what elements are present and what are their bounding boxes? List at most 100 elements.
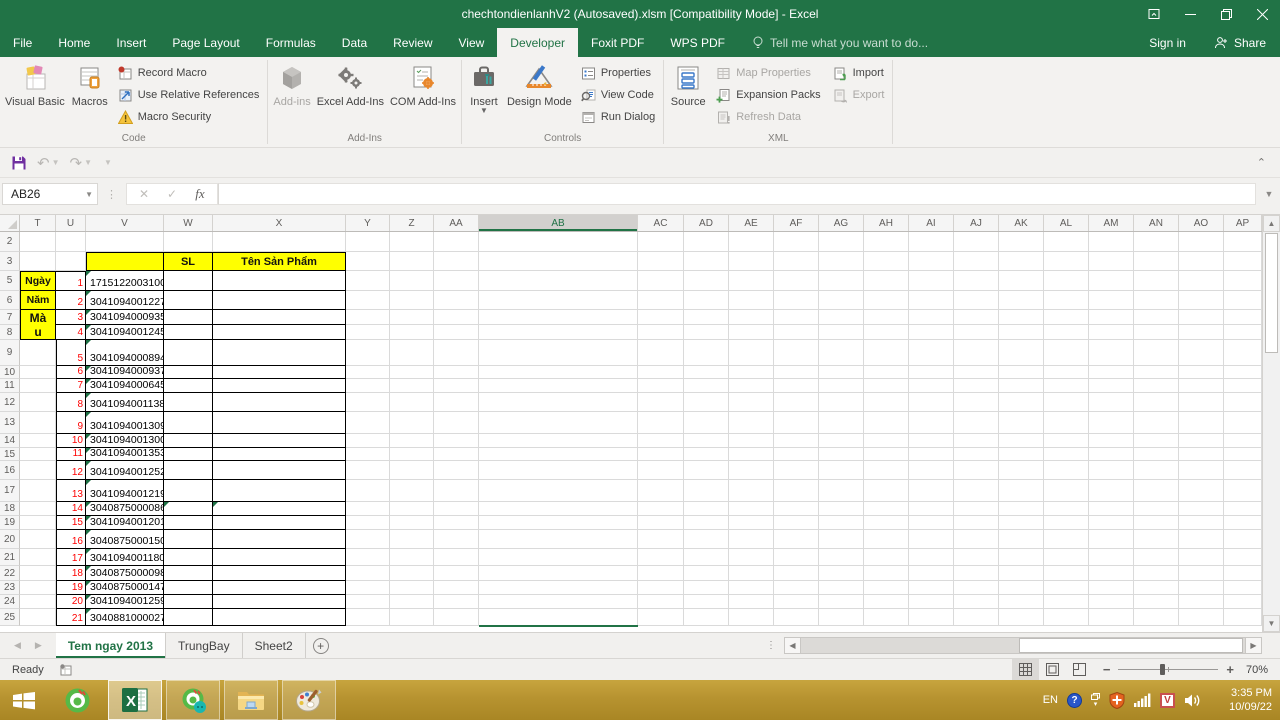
row-header-18[interactable]: 18 [0, 502, 20, 516]
cell-Y13[interactable] [346, 412, 390, 434]
cell-U7[interactable]: 3 [56, 310, 86, 325]
undo-button[interactable]: ↶▼ [32, 151, 65, 175]
cell-AL25[interactable] [1044, 609, 1089, 626]
cell-AE20[interactable] [729, 530, 774, 549]
cell-AK19[interactable] [999, 516, 1044, 530]
cell-AN11[interactable] [1134, 379, 1179, 393]
cell-V10[interactable]: 3041094000937 [86, 366, 164, 379]
row-header-3[interactable]: 3 [0, 252, 20, 271]
column-header-W[interactable]: W [164, 215, 213, 231]
cell-X25[interactable] [213, 609, 346, 626]
cell-AO17[interactable] [1179, 480, 1224, 502]
enter-entry-button[interactable]: ✓ [159, 187, 185, 201]
cell-AC6[interactable] [638, 291, 684, 310]
cell-AN5[interactable] [1134, 271, 1179, 291]
cell-AN19[interactable] [1134, 516, 1179, 530]
cell-AH16[interactable] [864, 461, 909, 480]
cell-AA10[interactable] [434, 366, 479, 379]
show-hidden-icons-button[interactable]: ▾ [1091, 693, 1100, 708]
cell-AB11[interactable] [479, 379, 638, 393]
column-header-AO[interactable]: AO [1179, 215, 1224, 231]
cell-Y2[interactable] [346, 232, 390, 252]
cell-AP3[interactable] [1224, 252, 1262, 271]
cell-AO3[interactable] [1179, 252, 1224, 271]
cell-AD6[interactable] [684, 291, 729, 310]
cell-AM14[interactable] [1089, 434, 1134, 448]
cell-AA25[interactable] [434, 609, 479, 626]
save-button[interactable] [6, 151, 32, 175]
cell-AB20[interactable] [479, 530, 638, 549]
cell-AM6[interactable] [1089, 291, 1134, 310]
cell-Z12[interactable] [390, 393, 434, 412]
cell-U10[interactable]: 6 [56, 366, 86, 379]
cell-AB17[interactable] [479, 480, 638, 502]
cell-AK18[interactable] [999, 502, 1044, 516]
cell-AP25[interactable] [1224, 609, 1262, 626]
name-box-dropdown-icon[interactable]: ▼ [85, 190, 93, 199]
cell-AL16[interactable] [1044, 461, 1089, 480]
cell-U18[interactable]: 14 [56, 502, 86, 516]
cell-W5[interactable] [164, 271, 213, 291]
cell-V8[interactable]: 3041094001245 [86, 325, 164, 340]
cell-X16[interactable] [213, 461, 346, 480]
column-header-AD[interactable]: AD [684, 215, 729, 231]
cell-AG19[interactable] [819, 516, 864, 530]
cell-Y5[interactable] [346, 271, 390, 291]
cell-AO8[interactable] [1179, 325, 1224, 340]
cell-T9[interactable] [20, 340, 56, 366]
column-header-X[interactable]: X [213, 215, 346, 231]
cell-AK15[interactable] [999, 448, 1044, 461]
cell-X13[interactable] [213, 412, 346, 434]
cell-AE19[interactable] [729, 516, 774, 530]
cell-AM11[interactable] [1089, 379, 1134, 393]
file-explorer-button[interactable] [224, 680, 278, 720]
cell-V24[interactable]: 3041094001259 [86, 595, 164, 609]
cell-Y22[interactable] [346, 566, 390, 581]
cell-AB23[interactable] [479, 581, 638, 595]
cell-AD17[interactable] [684, 480, 729, 502]
cell-AE16[interactable] [729, 461, 774, 480]
row-header-6[interactable]: 6 [0, 291, 20, 310]
cell-Z21[interactable] [390, 549, 434, 566]
scroll-left-icon[interactable]: ◀ [784, 637, 801, 654]
cell-AH8[interactable] [864, 325, 909, 340]
ribbon-tab-data[interactable]: Data [329, 28, 380, 57]
cell-X3[interactable]: Tên Sản Phẩm [213, 252, 346, 271]
cell-W23[interactable] [164, 581, 213, 595]
sign-in-button[interactable]: Sign in [1135, 28, 1200, 57]
cell-V23[interactable]: 3040875000147 [86, 581, 164, 595]
cell-X7[interactable] [213, 310, 346, 325]
cell-AL20[interactable] [1044, 530, 1089, 549]
cell-AJ21[interactable] [954, 549, 999, 566]
cell-AI20[interactable] [909, 530, 954, 549]
cell-X24[interactable] [213, 595, 346, 609]
column-header-Z[interactable]: Z [390, 215, 434, 231]
cell-AO23[interactable] [1179, 581, 1224, 595]
cell-AI12[interactable] [909, 393, 954, 412]
cell-AL9[interactable] [1044, 340, 1089, 366]
collapse-ribbon-button[interactable]: ⌃ [1257, 156, 1266, 169]
cell-T21[interactable] [20, 549, 56, 566]
cell-AC2[interactable] [638, 232, 684, 252]
cell-AJ5[interactable] [954, 271, 999, 291]
cell-X12[interactable] [213, 393, 346, 412]
cell-AJ11[interactable] [954, 379, 999, 393]
ribbon-tab-formulas[interactable]: Formulas [253, 28, 329, 57]
cell-X10[interactable] [213, 366, 346, 379]
cell-Z17[interactable] [390, 480, 434, 502]
cell-Z24[interactable] [390, 595, 434, 609]
cell-AO24[interactable] [1179, 595, 1224, 609]
cell-AN23[interactable] [1134, 581, 1179, 595]
cell-AK6[interactable] [999, 291, 1044, 310]
cell-AJ23[interactable] [954, 581, 999, 595]
cell-AP6[interactable] [1224, 291, 1262, 310]
tab-splitter[interactable]: ⋮ [758, 633, 784, 658]
cell-AG2[interactable] [819, 232, 864, 252]
cell-AA16[interactable] [434, 461, 479, 480]
cell-AO9[interactable] [1179, 340, 1224, 366]
cell-AH14[interactable] [864, 434, 909, 448]
cell-AI22[interactable] [909, 566, 954, 581]
cell-AF15[interactable] [774, 448, 819, 461]
cell-W3[interactable]: SL [164, 252, 213, 271]
cell-AH10[interactable] [864, 366, 909, 379]
